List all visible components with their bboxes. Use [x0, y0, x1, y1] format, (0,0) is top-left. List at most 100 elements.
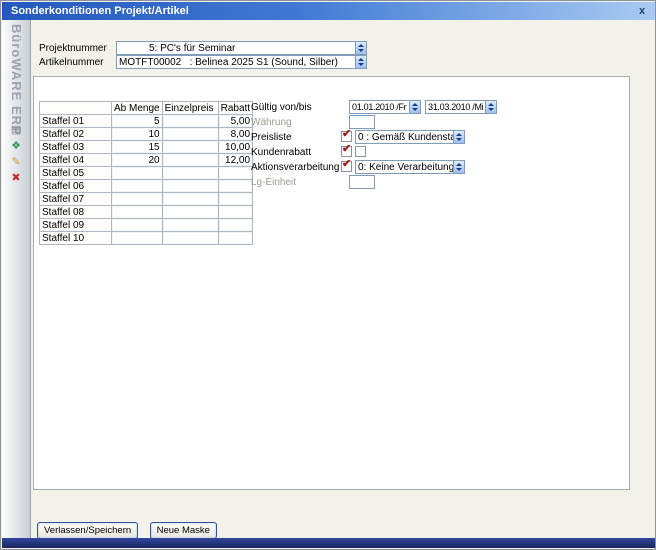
table-row: Staffel 07 [40, 193, 253, 206]
rabatt-cell[interactable] [218, 206, 252, 219]
ab-menge-cell[interactable] [112, 193, 163, 206]
spinner-icon[interactable] [453, 161, 464, 173]
einzelpreis-cell[interactable] [162, 232, 218, 245]
staffel-label: Staffel 01 [40, 115, 112, 128]
rabatt-cell[interactable] [218, 167, 252, 180]
rabatt-cell[interactable] [218, 193, 252, 206]
staffel-label: Staffel 03 [40, 141, 112, 154]
staffel-table: Ab Menge Einzelpreis Rabatt Staffel 01 5… [39, 101, 253, 245]
spinner-icon[interactable] [485, 101, 496, 113]
rabatt-cell[interactable] [218, 180, 252, 193]
waehrung-label: Währung [251, 117, 292, 129]
table-row: Staffel 02 10 8,00 [40, 128, 253, 141]
rabatt-cell[interactable]: 10,00 [218, 141, 252, 154]
staffel-label: Staffel 04 [40, 154, 112, 167]
einzelpreis-cell[interactable] [162, 128, 218, 141]
rabatt-cell[interactable] [218, 232, 252, 245]
einzelpreis-cell[interactable] [162, 154, 218, 167]
gueltig-von-value: 01.01.2010 /Fr [352, 102, 406, 112]
table-row: Staffel 01 5 5,00 [40, 115, 253, 128]
spinner-icon[interactable] [453, 131, 464, 143]
table-row: Staffel 03 15 10,00 [40, 141, 253, 154]
einzelpreis-cell[interactable] [162, 206, 218, 219]
preisliste-value: 0 : Gemäß Kundenstamm [358, 132, 465, 143]
aktionsverarbeitung-checkbox[interactable]: ✔ [341, 161, 352, 172]
sidebar: BüroWARE ERP ▤ ❖ ✎ ✖ [2, 20, 31, 540]
printer-icon[interactable]: ▤ [8, 123, 24, 137]
kundenrabatt-checkbox[interactable]: ✔ [341, 146, 352, 157]
table-row: Staffel 08 [40, 206, 253, 219]
ab-menge-cell[interactable] [112, 232, 163, 245]
header-rabatt: Rabatt [218, 102, 252, 115]
ab-menge-cell[interactable] [112, 180, 163, 193]
window-title: Sonderkonditionen Projekt/Artikel [11, 5, 189, 17]
footer-toolbar: Verlassen/Speichern Neue Maske [37, 520, 224, 539]
save-exit-button[interactable]: Verlassen/Speichern [37, 522, 138, 539]
ab-menge-cell[interactable]: 5 [112, 115, 163, 128]
aktionsverarbeitung-value: 0: Keine Verarbeitung [358, 162, 454, 173]
artikelnummer-value: MOTFT00002 : Belinea 2025 S1 (Sound, Sil… [119, 57, 338, 68]
einzelpreis-cell[interactable] [162, 141, 218, 154]
ab-menge-cell[interactable]: 15 [112, 141, 163, 154]
einzelpreis-cell[interactable] [162, 115, 218, 128]
projektnummer-label: Projektnummer [39, 43, 107, 55]
header-einzelpreis: Einzelpreis [162, 102, 218, 115]
preisliste-checkbox[interactable]: ✔ [341, 131, 352, 142]
table-row: Staffel 10 [40, 232, 253, 245]
gueltig-bis-field[interactable]: 31.03.2010 /Mi [425, 100, 497, 114]
titlebar: Sonderkonditionen Projekt/Artikel x [2, 2, 656, 20]
check-icon: ✔ [342, 127, 351, 140]
einzelpreis-cell[interactable] [162, 180, 218, 193]
gueltig-von-field[interactable]: 01.01.2010 /Fr [349, 100, 421, 114]
header-empty [40, 102, 112, 115]
ab-menge-cell[interactable]: 20 [112, 154, 163, 167]
projektnummer-combo[interactable]: 5: PC's für Seminar [116, 41, 367, 55]
projektnummer-value: 5: PC's für Seminar [119, 43, 235, 54]
staffel-label: Staffel 09 [40, 219, 112, 232]
artikelnummer-combo[interactable]: MOTFT00002 : Belinea 2025 S1 (Sound, Sil… [116, 55, 367, 69]
header-ab-menge: Ab Menge [112, 102, 163, 115]
lg-einheit-label: Lg-Einheit [251, 177, 296, 189]
spinner-icon[interactable] [409, 101, 420, 113]
table-row: Staffel 05 [40, 167, 253, 180]
sidebar-toolbar: ▤ ❖ ✎ ✖ [2, 123, 30, 185]
kundenrabatt-flag-checkbox[interactable] [355, 146, 366, 157]
rabatt-cell[interactable]: 5,00 [218, 115, 252, 128]
ab-menge-cell[interactable] [112, 167, 163, 180]
rabatt-cell[interactable] [218, 219, 252, 232]
einzelpreis-cell[interactable] [162, 167, 218, 180]
ab-menge-cell[interactable]: 10 [112, 128, 163, 141]
staffel-label: Staffel 06 [40, 180, 112, 193]
rabatt-cell[interactable]: 8,00 [218, 128, 252, 141]
rabatt-cell[interactable]: 12,00 [218, 154, 252, 167]
waehrung-field[interactable] [349, 115, 375, 129]
pencil-icon[interactable]: ✎ [8, 155, 24, 169]
gueltig-label: Gültig von/bis [251, 102, 312, 114]
aktionsverarbeitung-combo[interactable]: 0: Keine Verarbeitung [355, 160, 465, 174]
check-icon: ✔ [342, 157, 351, 170]
delete-icon[interactable]: ✖ [8, 171, 24, 185]
preisliste-label: Preisliste [251, 132, 292, 144]
einzelpreis-cell[interactable] [162, 219, 218, 232]
spinner-icon[interactable] [355, 42, 366, 54]
new-mask-button[interactable]: Neue Maske [150, 522, 217, 539]
einzelpreis-cell[interactable] [162, 193, 218, 206]
preisliste-combo[interactable]: 0 : Gemäß Kundenstamm [355, 130, 465, 144]
brand-logo: BüroWARE ERP [9, 24, 24, 136]
ab-menge-cell[interactable] [112, 206, 163, 219]
kundenrabatt-label: Kundenrabatt [251, 147, 311, 159]
window-bottom-frame [2, 538, 656, 548]
aktionsverarbeitung-label: Aktionsverarbeitung [251, 162, 339, 174]
palette-icon[interactable]: ❖ [8, 139, 24, 153]
spinner-icon[interactable] [355, 56, 366, 68]
lg-einheit-field[interactable] [349, 175, 375, 189]
close-icon[interactable]: x [635, 5, 649, 19]
table-row: Staffel 06 [40, 180, 253, 193]
table-row: Staffel 04 20 12,00 [40, 154, 253, 167]
table-row: Staffel 09 [40, 219, 253, 232]
staffel-label: Staffel 07 [40, 193, 112, 206]
ab-menge-cell[interactable] [112, 219, 163, 232]
staffel-label: Staffel 05 [40, 167, 112, 180]
staffel-label: Staffel 08 [40, 206, 112, 219]
artikelnummer-label: Artikelnummer [39, 57, 103, 69]
